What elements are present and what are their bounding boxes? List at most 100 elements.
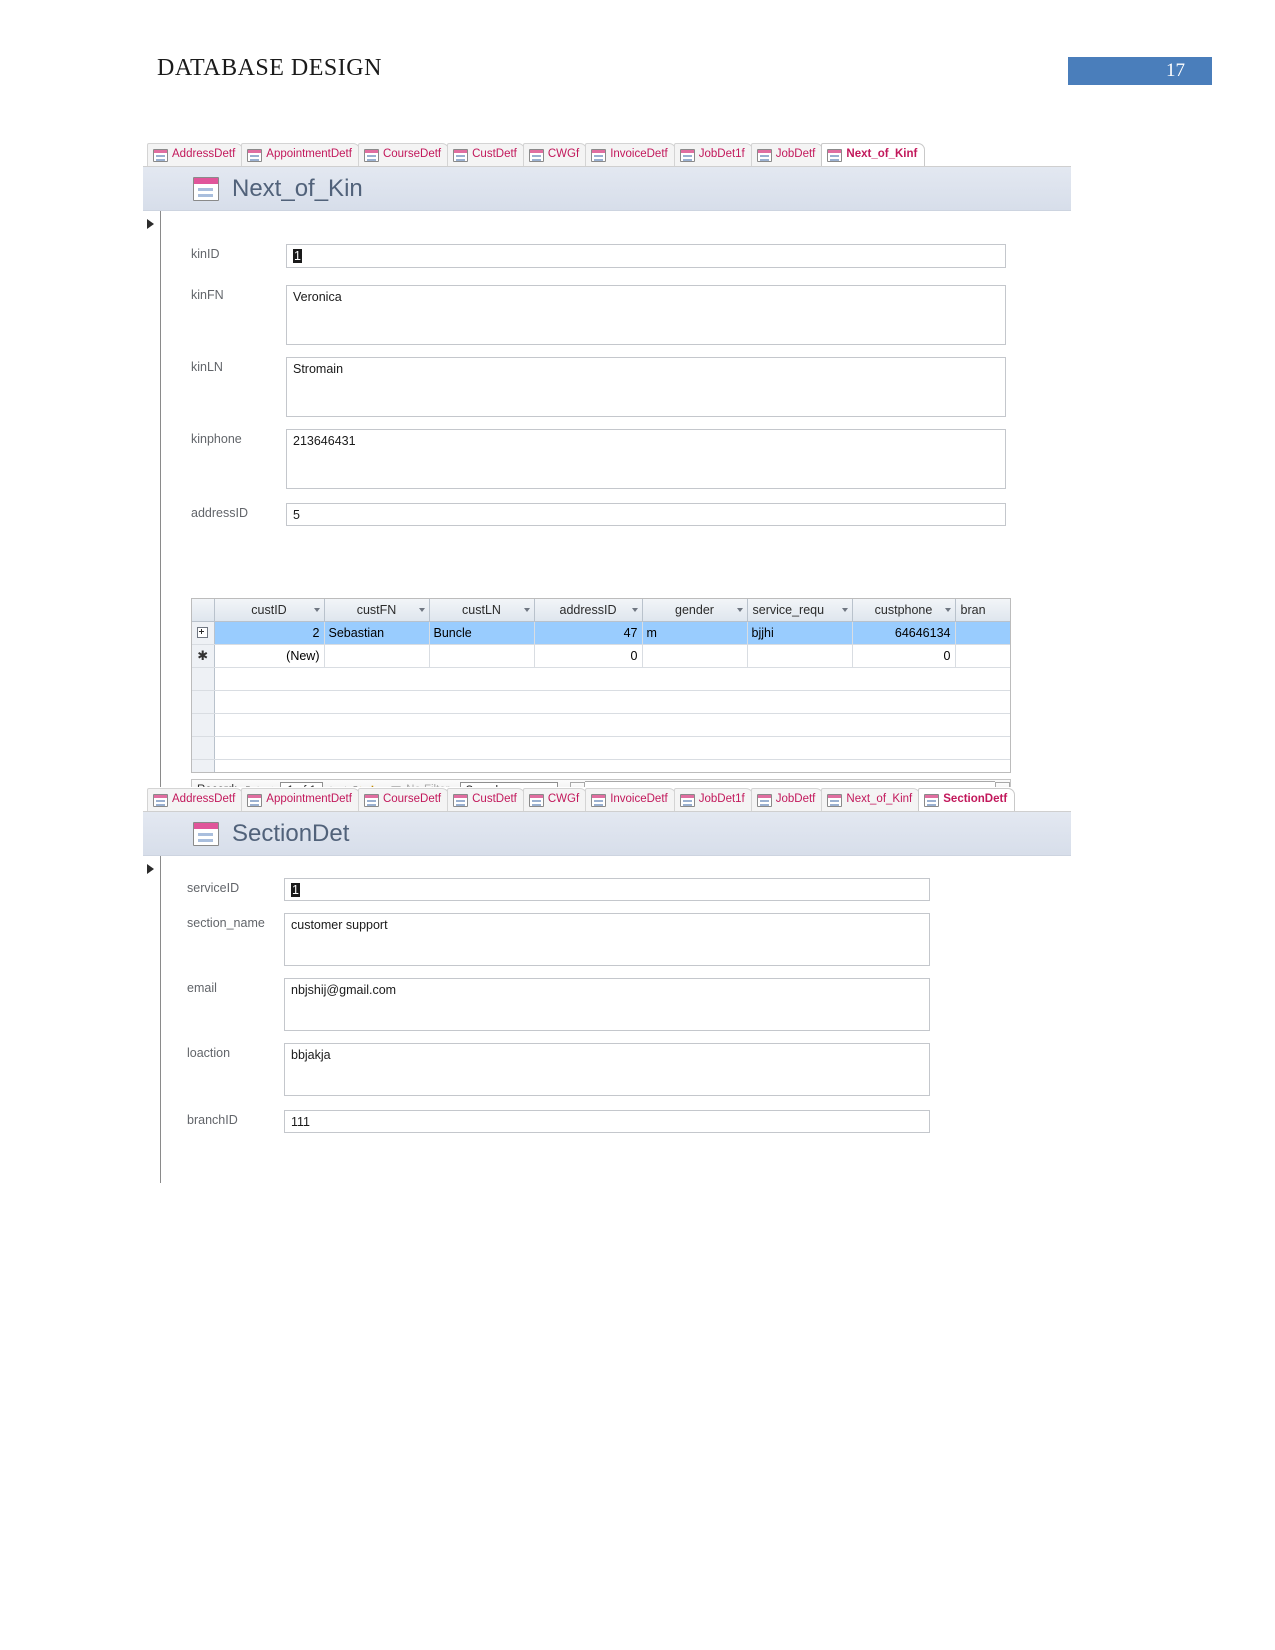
tab-cwgf[interactable]: CWGf bbox=[522, 788, 588, 811]
chevron-down-icon[interactable] bbox=[944, 608, 951, 612]
form-icon bbox=[924, 793, 940, 807]
record-selector-bar[interactable] bbox=[143, 211, 161, 815]
tab-appointmentdetf[interactable]: AppointmentDetf bbox=[241, 143, 360, 166]
column-header-gender[interactable]: gender bbox=[642, 599, 748, 622]
tab-invoicedetf[interactable]: InvoiceDetf bbox=[585, 143, 676, 166]
cell-branchid[interactable] bbox=[955, 621, 1010, 645]
kinln-input[interactable]: Stromain bbox=[286, 357, 1006, 417]
column-header-branchid[interactable]: bran bbox=[955, 599, 1010, 622]
addressid-input[interactable]: 5 bbox=[286, 503, 1006, 526]
tab-next-of-kinf[interactable]: Next_of_Kinf bbox=[821, 143, 926, 166]
cell-custln[interactable]: Buncle bbox=[429, 621, 535, 645]
tab-jobdetf[interactable]: JobDetf bbox=[750, 788, 824, 811]
column-header-custfn[interactable]: custFN bbox=[324, 599, 430, 622]
document-header: DATABASE DESIGN 17 bbox=[0, 0, 1275, 100]
cell-addressid-new[interactable]: 0 bbox=[534, 644, 643, 668]
tab-appointmentdetf[interactable]: AppointmentDetf bbox=[241, 788, 360, 811]
cell-service-requ[interactable]: bjjhi bbox=[747, 621, 853, 645]
datasheet-table: custID custFN custLN addressID gender se… bbox=[192, 599, 1010, 772]
cell-service-requ-new[interactable] bbox=[747, 644, 853, 668]
column-header-custphone[interactable]: custphone bbox=[852, 599, 956, 622]
form-icon bbox=[247, 148, 263, 162]
branchid-input[interactable]: 111 bbox=[284, 1110, 930, 1133]
form-icon bbox=[193, 821, 219, 846]
tab-invoicedetf[interactable]: InvoiceDetf bbox=[585, 788, 676, 811]
tab-cwgf[interactable]: CWGf bbox=[522, 143, 588, 166]
asterisk-icon: ✱ bbox=[197, 648, 209, 663]
tab-coursedetf[interactable]: CourseDetf bbox=[357, 788, 450, 811]
form-icon bbox=[591, 793, 607, 807]
cell-custfn-new[interactable] bbox=[324, 644, 430, 668]
kinfn-input[interactable]: Veronica bbox=[286, 285, 1006, 345]
kinid-input[interactable]: 1 bbox=[286, 244, 1006, 268]
cell-gender[interactable]: m bbox=[642, 621, 748, 645]
tab-addressdetf[interactable]: AddressDetf bbox=[147, 788, 244, 811]
table-row-new[interactable]: ✱ (New) 0 0 bbox=[192, 644, 1010, 668]
chevron-down-icon[interactable] bbox=[736, 608, 743, 612]
cell-custfn[interactable]: Sebastian bbox=[324, 621, 430, 645]
tab-jobdet1f[interactable]: JobDet1f bbox=[673, 143, 753, 166]
column-header-custid[interactable]: custID bbox=[214, 599, 325, 622]
section-name-value: customer support bbox=[291, 918, 388, 932]
new-record-marker[interactable]: ✱ bbox=[192, 644, 215, 668]
table-row-empty bbox=[192, 736, 1010, 760]
chevron-down-icon[interactable] bbox=[523, 608, 530, 612]
column-header-addressid[interactable]: addressID bbox=[534, 599, 643, 622]
tab-strip-section-det: AddressDetf AppointmentDetf CourseDetf C… bbox=[143, 787, 1071, 812]
tab-custdetf[interactable]: CustDetf bbox=[447, 143, 525, 166]
cell-custid-new[interactable]: (New) bbox=[214, 644, 325, 668]
field-row-loaction: loaction bbjakja bbox=[187, 1043, 930, 1096]
form-icon bbox=[756, 793, 772, 807]
table-row-empty bbox=[192, 667, 1010, 691]
kinfn-value: Veronica bbox=[293, 290, 342, 304]
column-label: custLN bbox=[462, 603, 501, 617]
tab-next-of-kinf[interactable]: Next_of_Kinf bbox=[821, 788, 921, 811]
chevron-down-icon[interactable] bbox=[418, 608, 425, 612]
tab-jobdetf[interactable]: JobDetf bbox=[750, 143, 824, 166]
field-row-section-name: section_name customer support bbox=[187, 913, 930, 966]
form-icon bbox=[153, 793, 168, 807]
section-name-input[interactable]: customer support bbox=[284, 913, 930, 966]
tab-sectiondetf[interactable]: SectionDetf bbox=[918, 788, 1016, 811]
select-all-corner[interactable] bbox=[192, 599, 215, 622]
tab-label: Next_of_Kinf bbox=[846, 148, 918, 161]
chevron-down-icon[interactable] bbox=[841, 608, 848, 612]
expand-plus-icon[interactable] bbox=[197, 627, 209, 639]
tab-custdetf[interactable]: CustDetf bbox=[447, 788, 525, 811]
column-header-custln[interactable]: custLN bbox=[429, 599, 535, 622]
cell-custphone-new[interactable]: 0 bbox=[852, 644, 956, 668]
row-marker bbox=[192, 667, 215, 691]
cell-addressid[interactable]: 47 bbox=[534, 621, 643, 645]
tab-label: InvoiceDetf bbox=[610, 148, 668, 161]
tab-jobdet1f[interactable]: JobDet1f bbox=[673, 788, 753, 811]
subform-datasheet-customers[interactable]: custID custFN custLN addressID gender se… bbox=[191, 598, 1011, 773]
table-row[interactable]: 2 Sebastian Buncle 47 m bjjhi 64646134 bbox=[192, 621, 1010, 645]
tab-addressdetf[interactable]: AddressDetf bbox=[147, 143, 244, 166]
form-body-section-det: serviceID 1 section_name customer suppor… bbox=[143, 856, 1071, 1254]
chevron-down-icon[interactable] bbox=[313, 608, 320, 612]
cell-branchid-new[interactable] bbox=[955, 644, 1010, 668]
tab-label: CustDetf bbox=[472, 793, 517, 806]
chevron-down-icon[interactable] bbox=[631, 608, 638, 612]
field-label: email bbox=[187, 981, 217, 995]
column-header-service-requ[interactable]: service_requ bbox=[747, 599, 853, 622]
cell-gender-new[interactable] bbox=[642, 644, 748, 668]
email-input[interactable]: nbjshij@gmail.com bbox=[284, 978, 930, 1031]
tab-coursedetf[interactable]: CourseDetf bbox=[357, 143, 450, 166]
serviceid-input[interactable]: 1 bbox=[284, 878, 930, 901]
form-icon bbox=[528, 148, 544, 162]
field-row-kinln: kinLN Stromain bbox=[191, 357, 1006, 417]
field-row-serviceid: serviceID 1 bbox=[187, 878, 930, 901]
cell-custln-new[interactable] bbox=[429, 644, 535, 668]
form-header-next-of-kin: Next_of_Kin bbox=[143, 167, 1071, 211]
row-expand-cell[interactable] bbox=[192, 621, 215, 645]
field-label: branchID bbox=[187, 1113, 238, 1127]
table-row-empty bbox=[192, 759, 1010, 772]
record-selector-bar[interactable] bbox=[143, 856, 161, 1183]
loaction-input[interactable]: bbjakja bbox=[284, 1043, 930, 1096]
form-icon bbox=[827, 148, 843, 162]
cell-custid[interactable]: 2 bbox=[214, 621, 325, 645]
cell-custphone[interactable]: 64646134 bbox=[852, 621, 956, 645]
kinphone-input[interactable]: 213646431 bbox=[286, 429, 1006, 489]
form-header-section-det: SectionDet bbox=[143, 812, 1071, 856]
